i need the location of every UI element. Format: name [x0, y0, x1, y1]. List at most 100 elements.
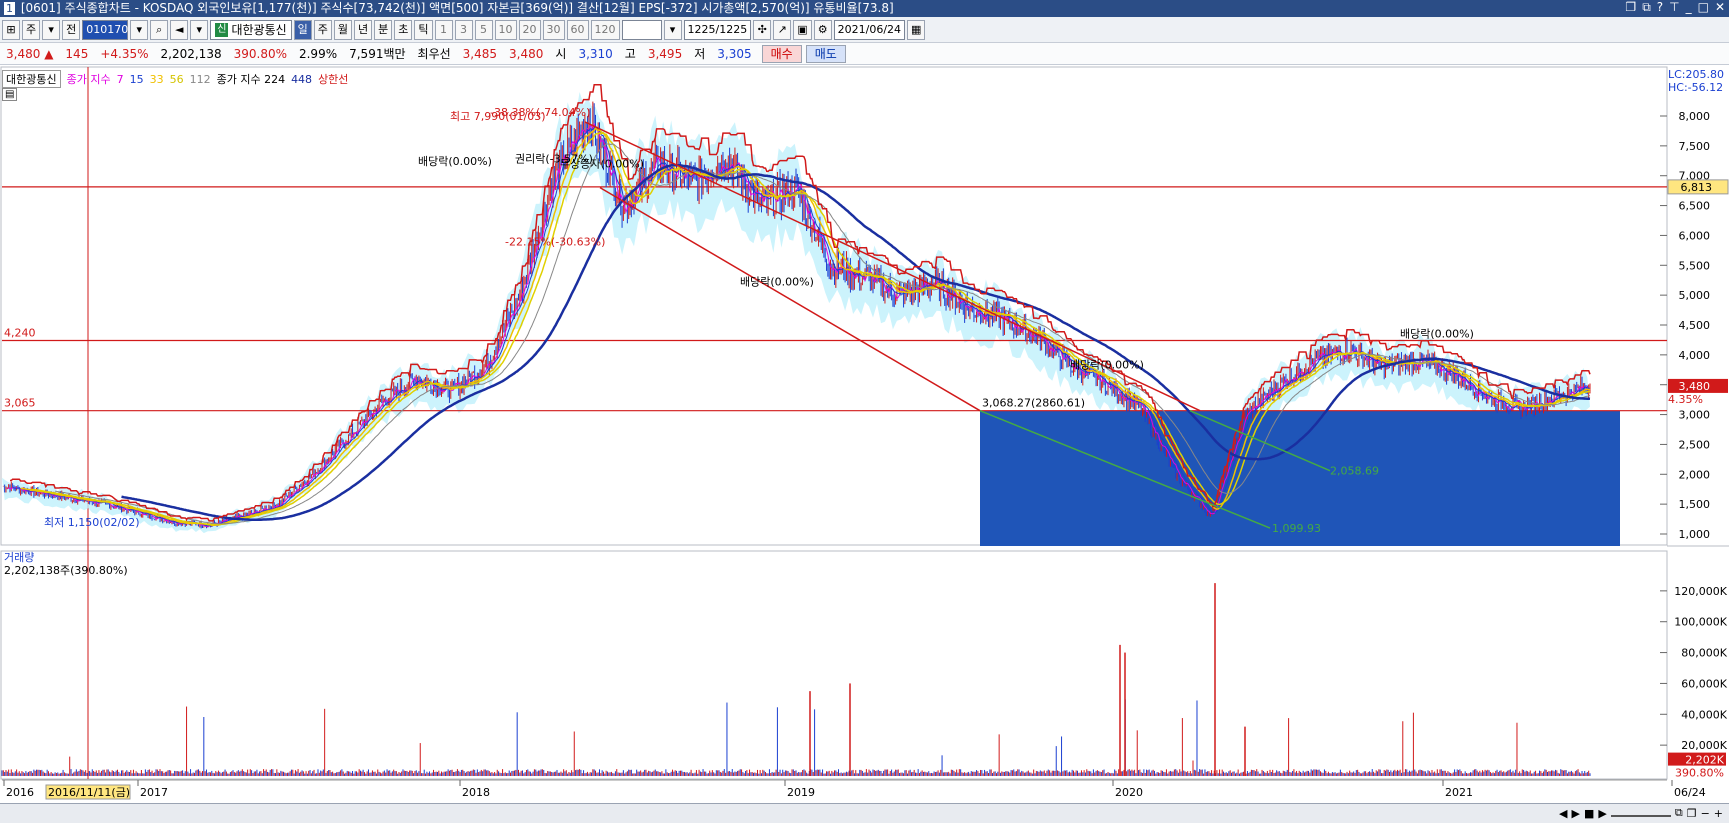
- help-icon[interactable]: ?: [1657, 0, 1663, 17]
- code-dropdown-icon[interactable]: ▾: [130, 19, 149, 40]
- turnover: 2.99%: [298, 46, 338, 61]
- y-tick-label: 6,500: [1679, 200, 1711, 213]
- interval-20[interactable]: 20: [518, 19, 541, 40]
- interval-1[interactable]: 1: [434, 19, 453, 40]
- stock-code-input[interactable]: 010170: [82, 19, 129, 40]
- y-tick-label: 1,500: [1679, 498, 1711, 511]
- window-controls: ❐ ⧉ ? ⊤ _ □ ✕: [1625, 0, 1725, 17]
- zoom-out-icon[interactable]: −: [1701, 807, 1710, 820]
- x-tick-label: 06/24: [1674, 786, 1706, 799]
- cursor-date-label: 2016/11/11(금): [48, 786, 130, 799]
- chart-settings-icon[interactable]: ▤: [2, 88, 18, 101]
- calendar-icon[interactable]: ▦: [907, 19, 926, 40]
- legend-ma-7[interactable]: 7: [117, 73, 124, 86]
- save-icon[interactable]: ▣: [793, 19, 812, 40]
- close-icon[interactable]: ✕: [1715, 0, 1725, 17]
- data-count-input[interactable]: 1225/1225: [683, 19, 752, 40]
- legend-upper-band[interactable]: 상한선: [318, 71, 348, 87]
- period-week[interactable]: 주: [313, 19, 332, 40]
- bid-price: 3,480: [509, 46, 544, 61]
- vol-tick-label: 120,000K: [1674, 585, 1727, 598]
- y-tick-label: 7,500: [1679, 140, 1711, 153]
- volume-value-label: 2,202,138주(390.80%): [4, 564, 128, 577]
- interval-60[interactable]: 60: [566, 19, 589, 40]
- period-year[interactable]: 년: [354, 19, 373, 40]
- x-axis: 2016 2017 2018 2019 2020 2021 06/24 2016/11/11(…: [2, 779, 1706, 800]
- x-tick-label: 2019: [787, 786, 815, 799]
- legend-ma-448[interactable]: 448: [291, 73, 312, 86]
- price-y-axis: 8,0007,5007,0006,5006,0005,5005,0004,500…: [1660, 68, 1724, 541]
- y-tick-label: 1,000: [1679, 528, 1711, 541]
- volume: 2,202,138: [160, 46, 222, 61]
- interval-3[interactable]: 3: [454, 19, 473, 40]
- y-tick-label: 5,000: [1679, 289, 1711, 302]
- stock-name-field[interactable]: 신 대한광통신: [210, 19, 292, 40]
- legend-ma-label[interactable]: 종가 지수: [67, 71, 111, 87]
- h-line-tag-label: 6,813: [1681, 181, 1713, 194]
- market-select[interactable]: 전: [62, 19, 81, 40]
- scroll-last-icon[interactable]: ▶: [1571, 807, 1579, 820]
- window-title: [0601] 주식종합차트 - KOSDAQ 외국인보유[1,177(천)] 주…: [20, 1, 894, 15]
- price-chart[interactable]: 8,0007,5007,0006,5006,0005,5005,0004,500…: [0, 66, 1729, 806]
- period-day[interactable]: 일: [293, 19, 312, 40]
- buy-button[interactable]: 매수: [761, 44, 802, 63]
- scroll-bar[interactable]: [0, 803, 1729, 823]
- legend-ma-112[interactable]: 112: [190, 73, 211, 86]
- chart-area[interactable]: 8,000 7,500 7,000 6,500 6,000 5,500 5,000 4,500…: [0, 66, 1729, 806]
- date-input[interactable]: 2021/06/24: [833, 19, 906, 40]
- type-select[interactable]: 주: [22, 19, 41, 40]
- settings-icon[interactable]: ⚙: [813, 19, 832, 40]
- x-tick-label: 2017: [140, 786, 168, 799]
- legend-ma-33[interactable]: 33: [150, 73, 164, 86]
- window-titlebar: 1 [0601] 주식종합차트 - KOSDAQ 외국인보유[1,177(천)]…: [0, 0, 1729, 17]
- legend-ma-15[interactable]: 15: [130, 73, 144, 86]
- period-month[interactable]: 월: [333, 19, 353, 40]
- search-icon[interactable]: ⌕: [150, 19, 169, 40]
- period-minute[interactable]: 분: [374, 19, 393, 40]
- tile-icon[interactable]: ⧉: [1642, 0, 1651, 17]
- y-tick-label: 5,500: [1679, 259, 1711, 272]
- scroll-controls: ◀ ▶ ■ ▶ ⧉ ❐ − +: [1559, 803, 1723, 823]
- zoom-in-icon[interactable]: +: [1714, 807, 1723, 820]
- amount: 7,591백만: [349, 47, 406, 61]
- current-price-tag-label: 3,480: [1679, 380, 1711, 393]
- speaker-dropdown-icon[interactable]: ▾: [190, 19, 209, 40]
- speaker-icon[interactable]: ◄: [170, 19, 189, 40]
- quote-bar: 3,480 ▲ 145 +4.35% 2,202,138 390.80% 2.9…: [0, 43, 1729, 65]
- legend-stock-name[interactable]: 대한광통신: [2, 70, 61, 88]
- current-pct-label: 4.35%: [1668, 393, 1703, 406]
- period-tick[interactable]: 틱: [414, 19, 433, 40]
- window-number: 1: [4, 2, 15, 15]
- copy-icon[interactable]: ⧉: [1675, 806, 1683, 820]
- volume-bars: [1, 583, 1591, 776]
- minimize-icon[interactable]: _: [1686, 0, 1692, 17]
- period-second[interactable]: 초: [394, 19, 413, 40]
- interval-5[interactable]: 5: [474, 19, 493, 40]
- play-icon[interactable]: ▶: [1598, 807, 1606, 820]
- interval-custom-input[interactable]: [621, 19, 662, 40]
- new-badge: 신: [215, 22, 229, 37]
- maximize-icon[interactable]: □: [1698, 0, 1709, 17]
- low-price: 3,305: [717, 46, 752, 61]
- price-change: 145: [65, 46, 89, 61]
- type-dropdown-icon[interactable]: ▾: [42, 19, 61, 40]
- paste-icon[interactable]: ❐: [1687, 807, 1697, 820]
- stop-icon[interactable]: ■: [1584, 807, 1594, 820]
- interval-dropdown-icon[interactable]: ▾: [663, 19, 682, 40]
- scroll-first-icon[interactable]: ◀: [1559, 807, 1567, 820]
- open-label: 시: [555, 47, 567, 61]
- legend-ma2-label[interactable]: 종가 지수 224: [217, 71, 285, 87]
- legend-ma-56[interactable]: 56: [170, 73, 184, 86]
- layout-icon[interactable]: ⊞: [2, 19, 20, 40]
- interval-120[interactable]: 120: [590, 19, 620, 40]
- crosshair-icon[interactable]: ✣: [753, 19, 772, 40]
- pin-icon[interactable]: ⊤: [1669, 0, 1679, 17]
- sell-button[interactable]: 매도: [805, 44, 846, 63]
- y-tick-label: 3,000: [1679, 409, 1711, 422]
- interval-30[interactable]: 30: [542, 19, 565, 40]
- restore-icon[interactable]: ❐: [1625, 0, 1636, 17]
- h-line-label: 3,065: [4, 397, 36, 410]
- zoom-slider[interactable]: [1610, 809, 1671, 817]
- interval-10[interactable]: 10: [494, 19, 517, 40]
- draw-tool-icon[interactable]: ↗: [773, 19, 792, 40]
